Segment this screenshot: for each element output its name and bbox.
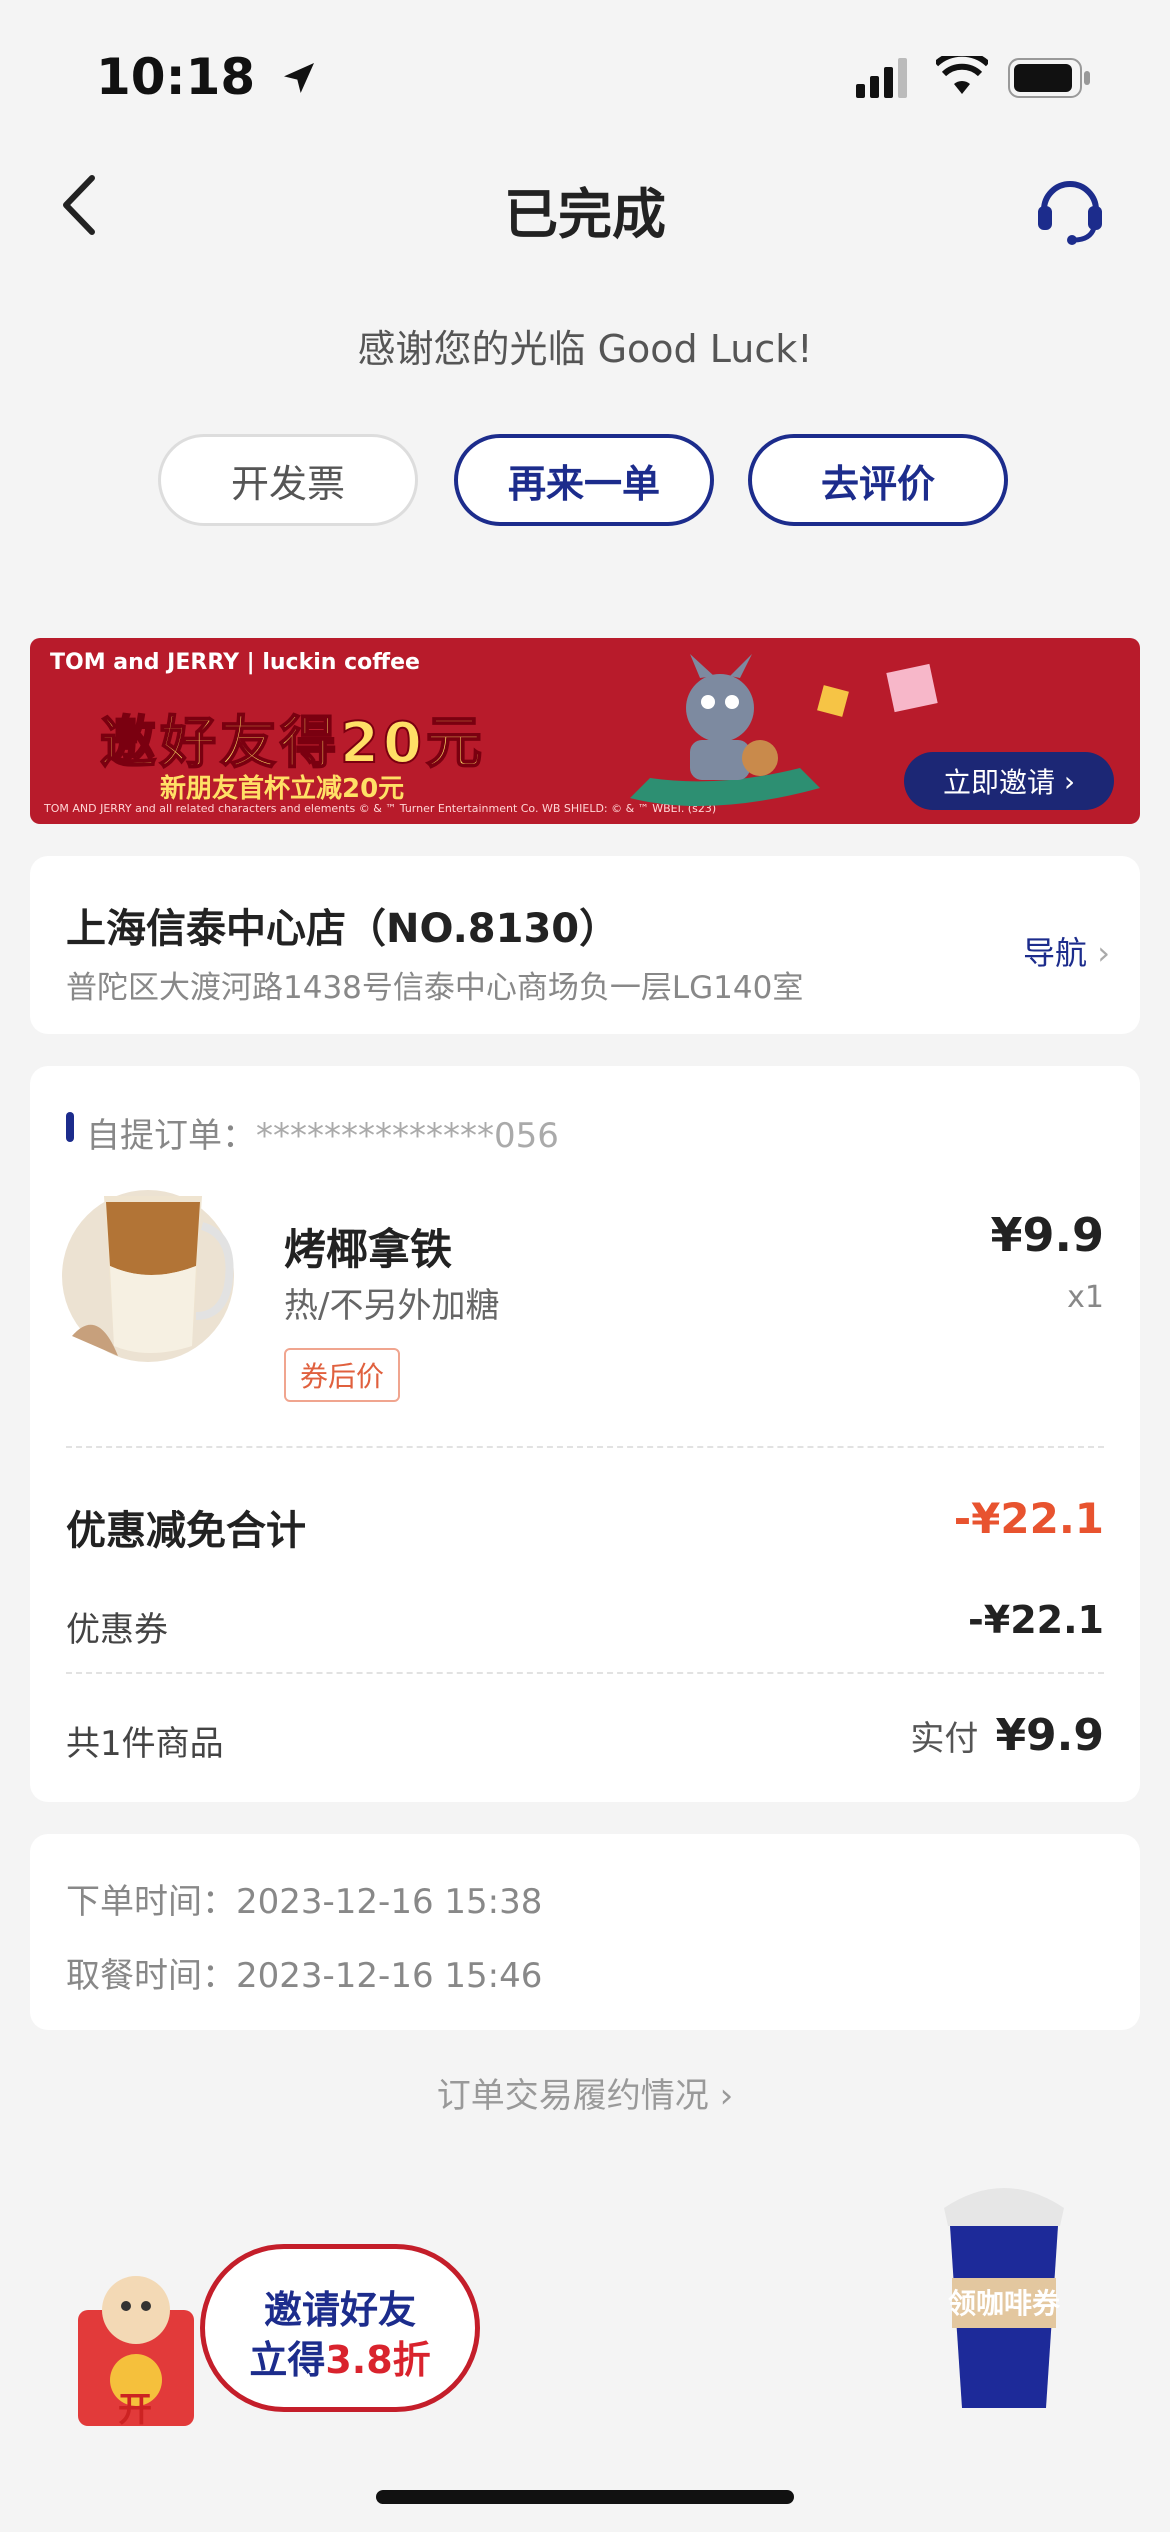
promo-banner[interactable]: TOM and JERRY | luckin coffee 邀好友得20元 新朋…	[30, 638, 1140, 824]
signal-icon	[856, 58, 912, 102]
coupon-value: -¥22.1	[968, 1598, 1104, 1642]
order-time: 下单时间：2023-12-16 15:38	[66, 1882, 543, 1922]
discount-total-value: -¥22.1	[953, 1494, 1104, 1543]
navigate-link[interactable]: 导航 ›	[1023, 928, 1110, 974]
page-title: 已完成	[504, 183, 666, 246]
location-arrow-icon	[283, 63, 314, 93]
chevron-right-icon: ›	[719, 2076, 734, 2116]
item-quantity: x1	[1067, 1280, 1104, 1315]
order-number: 自提订单：**************056	[86, 1116, 559, 1156]
invoice-button[interactable]: 开发票	[158, 434, 418, 526]
cartoon-illustration	[590, 648, 950, 822]
chevron-right-icon: ›	[1063, 764, 1076, 798]
discount-total-label: 优惠减免合计	[66, 1508, 306, 1554]
promo-bubble: 邀请好友 立得3.8折	[200, 2244, 480, 2412]
item-spec: 热/不另外加糖	[284, 1286, 500, 1326]
promo-line2: 立得3.8折	[249, 2338, 431, 2382]
divider	[66, 1446, 1104, 1448]
envelope-open-label: 开	[118, 2390, 152, 2430]
store-card: 上海信泰中心店（NO.8130） 普陀区大渡河路1438号信泰中心商场负一层LG…	[30, 856, 1140, 1034]
store-name: 上海信泰中心店（NO.8130）	[66, 906, 620, 952]
coffee-coupon-label: 领咖啡券	[947, 2287, 1060, 2320]
chevron-right-icon: ›	[1097, 934, 1110, 972]
item-price: ¥9.9	[990, 1208, 1105, 1262]
banner-brand: TOM and JERRY | luckin coffee	[50, 650, 420, 675]
reorder-button[interactable]: 再来一单	[454, 434, 714, 526]
invite-now-button[interactable]: 立即邀请 ›	[904, 752, 1114, 810]
status-time: 10:18	[96, 48, 319, 106]
banner-subtitle: 新朋友首杯立减20元	[160, 774, 405, 804]
thanks-message: 感谢您的光临 Good Luck!	[357, 327, 813, 371]
store-address: 普陀区大渡河路1438号信泰中心商场负一层LG140室	[66, 970, 804, 1006]
divider	[66, 1672, 1104, 1674]
customer-service-button[interactable]	[1030, 166, 1110, 250]
item-name: 烤椰拿铁	[284, 1225, 453, 1274]
order-accent-bar	[66, 1112, 74, 1142]
promo-line1: 邀请好友	[263, 2288, 416, 2332]
headset-icon	[1038, 181, 1102, 245]
product-image	[58, 1156, 258, 1380]
battery-icon	[1008, 58, 1092, 102]
coffee-coupon-widget[interactable]: 领咖啡券	[934, 2168, 1074, 2418]
pickup-time: 取餐时间：2023-12-16 15:46	[66, 1956, 543, 1996]
home-indicator	[376, 2490, 794, 2504]
coupon-label: 优惠券	[66, 1610, 168, 1650]
fulfillment-link[interactable]: 订单交易履约情况 ›	[0, 2068, 1170, 2117]
invite-friends-widget[interactable]: 开 邀请好友 立得3.8折	[72, 2240, 492, 2430]
time-card: 下单时间：2023-12-16 15:38 取餐时间：2023-12-16 15…	[30, 1834, 1140, 2030]
item-count: 共1件商品	[66, 1724, 224, 1764]
after-coupon-tag: 券后价	[284, 1348, 401, 1402]
wifi-icon	[933, 50, 991, 100]
red-envelope-icon: 开	[72, 2270, 202, 2434]
paid-amount: 实付 ¥9.9	[910, 1710, 1104, 1761]
banner-headline: 邀好友得20元	[99, 710, 486, 777]
review-button[interactable]: 去评价	[748, 434, 1008, 526]
order-card: 自提订单：**************056 烤椰拿铁 热/不另外加糖 券后价 …	[30, 1066, 1140, 1802]
